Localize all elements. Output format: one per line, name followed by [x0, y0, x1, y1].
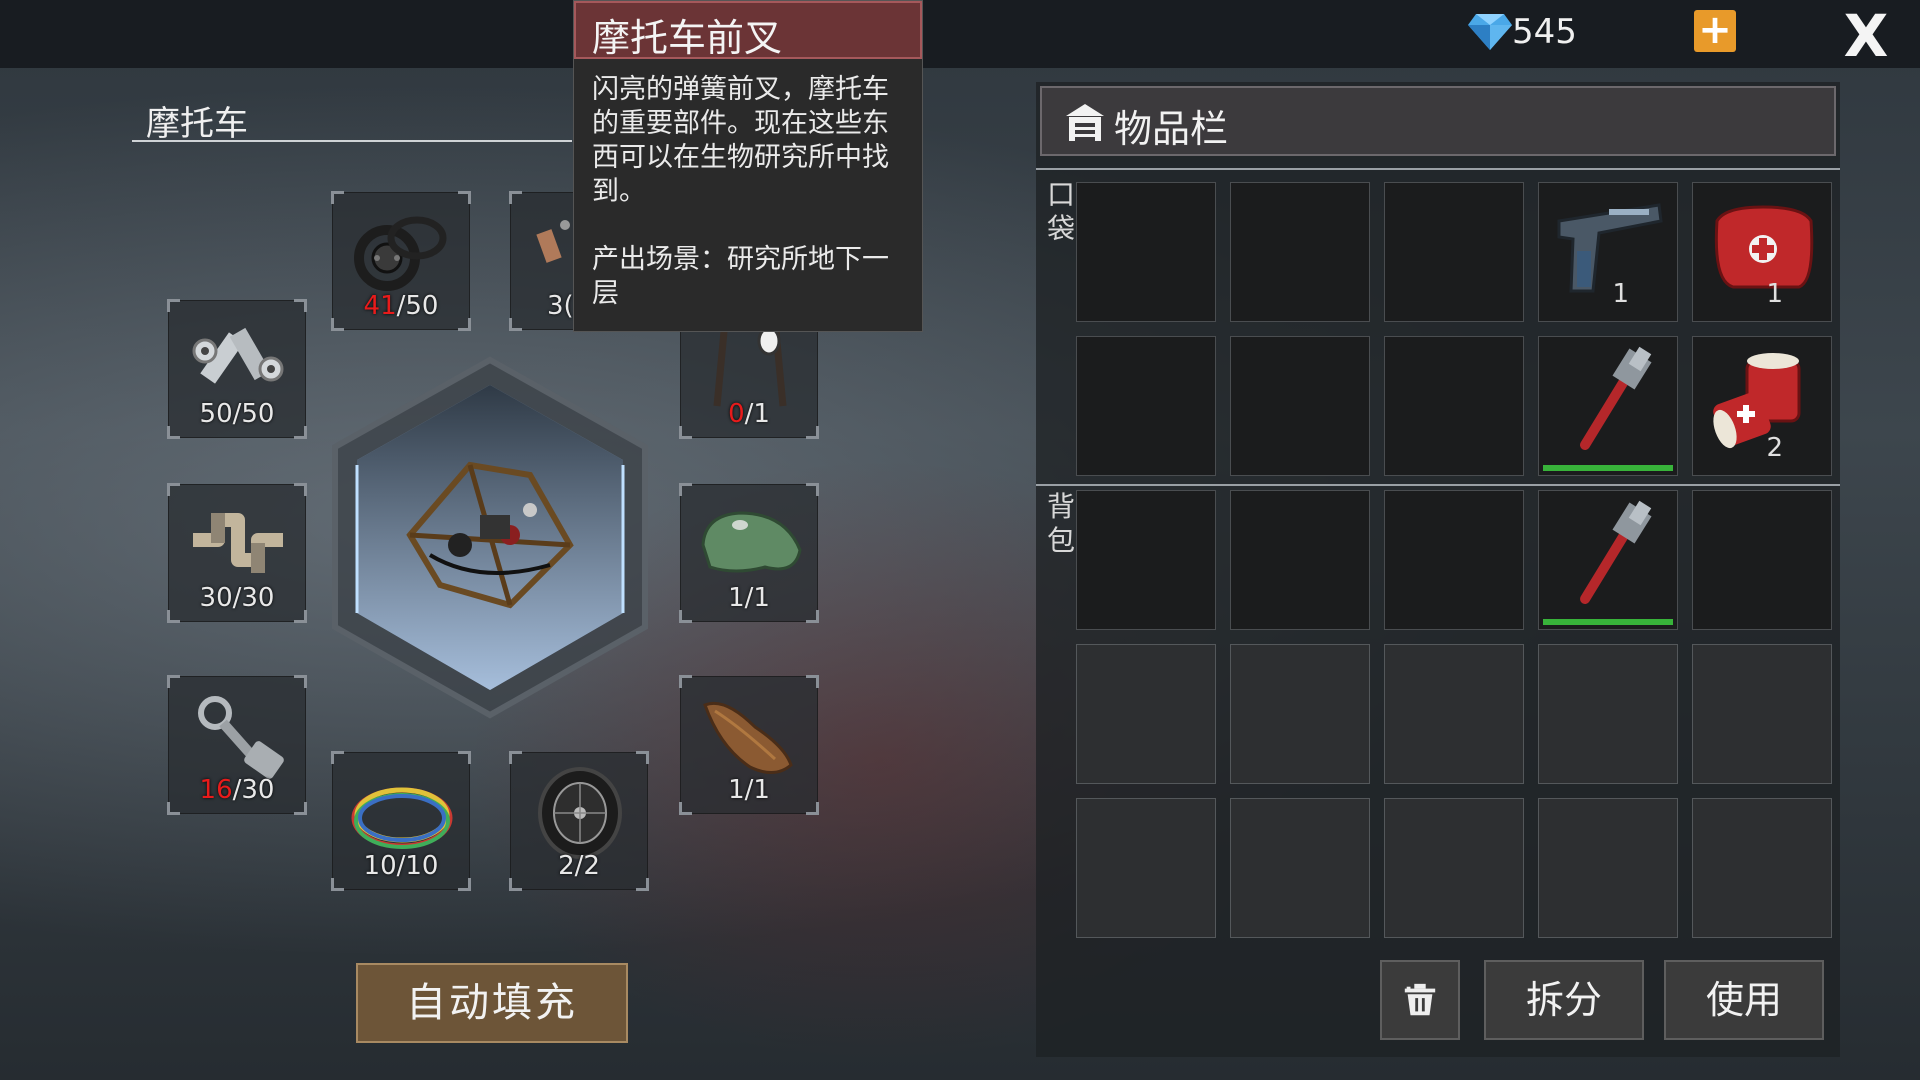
tooltip-description: 闪亮的弹簧前叉，摩托车的重要部件。现在这些东西可以在生物研究所中找到。	[592, 74, 889, 207]
pocket-slot-medkit[interactable]: 1	[1692, 182, 1832, 322]
bolts-nuts-icon	[192, 327, 284, 384]
vehicle-title: 摩托车	[146, 104, 248, 144]
part-need: /30	[232, 775, 275, 805]
part-slot-hidden[interactable]: 3(	[509, 191, 574, 331]
part-slot-seat[interactable]: 1/1	[679, 675, 819, 815]
backpack-slot-10[interactable]	[1692, 644, 1832, 784]
part-have: 0	[728, 399, 745, 429]
medkit-icon	[1714, 205, 1814, 289]
part-need: /1	[744, 775, 770, 805]
gasket-rings-icon	[354, 216, 447, 291]
wheel-icon	[538, 767, 622, 859]
part-have: 50	[199, 399, 233, 429]
backpack-label: 背包	[1046, 490, 1075, 557]
pocket-slot-3[interactable]	[1384, 182, 1524, 322]
backpack-slot-15[interactable]	[1692, 798, 1832, 938]
backpack-slot-7[interactable]	[1230, 644, 1370, 784]
gem-count: 545	[1512, 12, 1577, 52]
pipe-wrench-icon	[1580, 346, 1652, 450]
pipe-wrench-icon	[1580, 500, 1652, 604]
backpack-slot-11[interactable]	[1076, 798, 1216, 938]
part-icon	[536, 220, 570, 263]
inventory-header: 物品栏	[1040, 86, 1836, 156]
crankshaft-icon	[193, 513, 283, 573]
part-slot-fuel-tank[interactable]: 1/1	[679, 483, 819, 623]
pocket-slot-wrench[interactable]	[1538, 336, 1678, 476]
backpack-slot-1[interactable]	[1076, 490, 1216, 630]
pocket-slot-pistol[interactable]: 1	[1538, 182, 1678, 322]
item-quantity: 2	[1766, 433, 1783, 463]
pocket-slot-2[interactable]	[1230, 182, 1370, 322]
part-slot-gaskets[interactable]: 41/50	[331, 191, 471, 331]
bandage-icon	[1713, 353, 1801, 449]
inventory-divider	[1036, 168, 1840, 170]
storage-icon	[1066, 104, 1104, 141]
part-need: /2	[574, 851, 600, 881]
diamond-icon	[1468, 14, 1512, 50]
part-have: 2	[558, 851, 575, 881]
part-need: /1	[744, 399, 770, 429]
part-slot-wheel[interactable]: 2/2	[509, 751, 649, 891]
part-need: /10	[396, 851, 439, 881]
part-have: 41	[363, 291, 397, 321]
pocket-backpack-divider	[1036, 484, 1840, 486]
close-button[interactable]: X	[1838, 7, 1894, 65]
title-divider	[132, 140, 572, 142]
tooltip-source: 产出场景：研究所地下一层	[592, 244, 889, 309]
inventory-title: 物品栏	[1114, 107, 1229, 151]
durability-bar	[1543, 465, 1673, 471]
piston-icon	[198, 696, 284, 779]
part-have: 30	[199, 583, 233, 613]
part-have: 16	[199, 775, 233, 805]
item-quantity: 1	[1612, 279, 1629, 309]
pocket-slot-1[interactable]	[1076, 182, 1216, 322]
backpack-slot-wrench[interactable]	[1538, 490, 1678, 630]
backpack-slot-8[interactable]	[1384, 644, 1524, 784]
part-need: /1	[744, 583, 770, 613]
backpack-slot-14[interactable]	[1538, 798, 1678, 938]
top-bar	[0, 0, 1920, 68]
backpack-slot-3[interactable]	[1384, 490, 1524, 630]
trash-button[interactable]	[1380, 960, 1460, 1040]
backpack-slot-2[interactable]	[1230, 490, 1370, 630]
tooltip-title: 摩托车前叉	[592, 16, 783, 60]
part-slot-wires[interactable]: 10/10	[331, 751, 471, 891]
use-button[interactable]: 使用	[1664, 960, 1824, 1040]
wire-bundle-icon	[351, 787, 453, 849]
part-have: 1	[728, 583, 745, 613]
backpack-slot-12[interactable]	[1230, 798, 1370, 938]
pistol-icon	[1557, 203, 1663, 293]
pocket-slot-7[interactable]	[1230, 336, 1370, 476]
backpack-slot-6[interactable]	[1076, 644, 1216, 784]
pocket-slot-6[interactable]	[1076, 336, 1216, 476]
pocket-slot-bandage[interactable]: 2	[1692, 336, 1832, 476]
part-slot-crankshaft[interactable]: 30/30	[167, 483, 307, 623]
part-need: /50	[232, 399, 275, 429]
add-gems-button[interactable]: +	[1694, 10, 1736, 52]
assembly-hexagon	[332, 356, 648, 719]
item-quantity: 1	[1766, 279, 1783, 309]
part-have: 3(	[547, 291, 574, 321]
part-have: 10	[363, 851, 397, 881]
pocket-label: 口袋	[1046, 178, 1075, 245]
trash-icon	[1404, 983, 1436, 1016]
item-tooltip: 摩托车前叉 闪亮的弹簧前叉，摩托车的重要部件。现在这些东西可以在生物研究所中找到…	[573, 0, 923, 332]
part-slot-piston[interactable]: 16/30	[167, 675, 307, 815]
backpack-slot-5[interactable]	[1692, 490, 1832, 630]
part-have: 1	[728, 775, 745, 805]
backpack-slot-13[interactable]	[1384, 798, 1524, 938]
part-slot-bolts[interactable]: 50/50	[167, 299, 307, 439]
part-need: /30	[232, 583, 275, 613]
backpack-slot-9[interactable]	[1538, 644, 1678, 784]
durability-bar	[1543, 619, 1673, 625]
fuel-tank-icon	[701, 511, 802, 573]
seat-icon	[703, 701, 793, 774]
pocket-slot-8[interactable]	[1384, 336, 1524, 476]
part-need: /50	[396, 291, 439, 321]
split-button[interactable]: 拆分	[1484, 960, 1644, 1040]
autofill-button[interactable]: 自动填充	[356, 963, 628, 1043]
